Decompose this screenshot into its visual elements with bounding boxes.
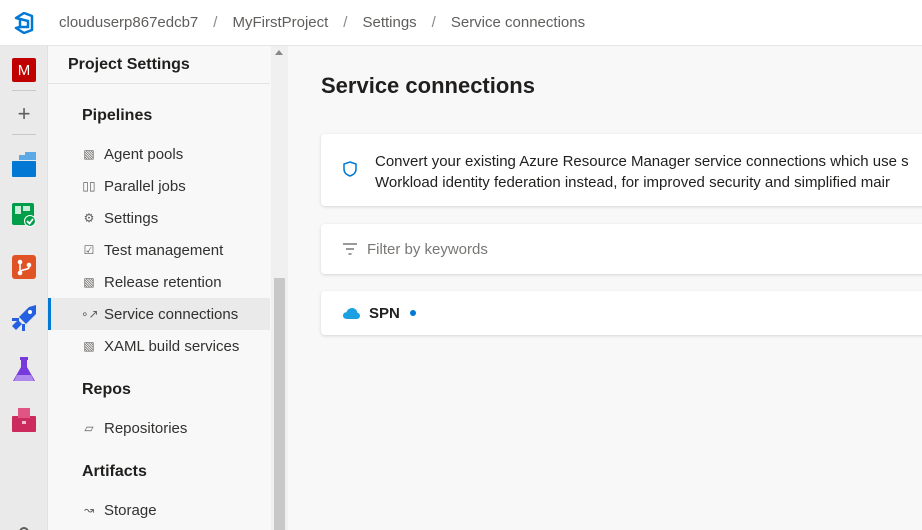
- status-dot: [409, 310, 416, 316]
- pipelines-icon[interactable]: [10, 304, 38, 332]
- page-title: Service connections: [321, 73, 535, 98]
- repositories-icon: ▱: [84, 421, 94, 435]
- breadcrumb-separator: /: [431, 14, 436, 31]
- test-plans-icon[interactable]: [10, 356, 38, 384]
- sidebar-scrollbar-thumb[interactable]: [274, 278, 285, 530]
- info-banner-text: Convert your existing Azure Resource Man…: [375, 151, 909, 193]
- artifacts-icon[interactable]: [10, 406, 38, 434]
- service-connection-name[interactable]: SPN: [369, 305, 400, 322]
- sidebar-item-release-retention[interactable]: ▧ Release retention: [48, 266, 270, 298]
- sidebar-item-label: Service connections: [104, 305, 239, 323]
- sidebar-item-label: Repositories: [104, 419, 188, 437]
- sidebar-item-test-management[interactable]: ☑ Test management: [48, 234, 270, 266]
- breadcrumb-separator: /: [343, 14, 348, 31]
- breadcrumb-current-page[interactable]: Service connections: [451, 14, 585, 31]
- overview-icon[interactable]: [10, 151, 38, 179]
- sidebar-item-repositories[interactable]: ▱ Repositories: [48, 412, 270, 444]
- rail-divider: [12, 134, 36, 135]
- scroll-up-arrow-icon[interactable]: [275, 50, 283, 55]
- gear-icon[interactable]: [10, 518, 38, 530]
- info-banner: Convert your existing Azure Resource Man…: [321, 134, 922, 206]
- filter-icon: [343, 243, 357, 255]
- top-bar: clouduserp867edcb7 / MyFirstProject / Se…: [0, 0, 922, 46]
- sidebar-item-service-connections[interactable]: ∘↗ Service connections: [48, 298, 270, 330]
- breadcrumb-project[interactable]: MyFirstProject: [232, 14, 328, 31]
- add-icon[interactable]: +: [10, 100, 38, 128]
- info-banner-line: Workload identity federation instead, fo…: [375, 174, 890, 191]
- sidebar-item-settings[interactable]: ⚙ Settings: [48, 202, 270, 234]
- breadcrumb-organization[interactable]: clouduserp867edcb7: [59, 14, 198, 31]
- navigation-rail: M +: [0, 46, 48, 530]
- sidebar-item-label: XAML build services: [104, 337, 240, 355]
- boards-icon[interactable]: [10, 201, 38, 229]
- info-banner-line: Convert your existing Azure Resource Man…: [375, 153, 909, 170]
- release-retention-icon: ▧: [83, 275, 95, 289]
- sidebar-item-label: Settings: [104, 209, 159, 227]
- project-settings-sidebar: Project Settings Pipelines ▧ Agent pools…: [48, 46, 288, 530]
- sidebar-item-parallel-jobs[interactable]: ▯▯ Parallel jobs: [48, 170, 270, 202]
- sidebar-item-label: Parallel jobs: [104, 177, 186, 195]
- group-artifacts-heading: Artifacts: [82, 463, 147, 480]
- storage-icon: ↝: [83, 503, 95, 517]
- breadcrumb: clouduserp867edcb7 / MyFirstProject / Se…: [59, 14, 585, 31]
- xaml-build-icon: ▧: [83, 339, 95, 353]
- service-connection-row[interactable]: SPN: [321, 291, 922, 335]
- rail-divider: [12, 90, 36, 91]
- test-management-icon: ☑: [83, 243, 95, 257]
- breadcrumb-settings[interactable]: Settings: [362, 14, 416, 31]
- agent-pool-icon: ▧: [83, 147, 95, 161]
- breadcrumb-separator: /: [213, 14, 218, 31]
- sidebar-item-label: Storage: [104, 501, 157, 519]
- sidebar-item-label: Release retention: [104, 273, 222, 291]
- repos-icon[interactable]: [10, 253, 38, 281]
- group-repos-heading: Repos: [82, 381, 131, 398]
- main-content: Service connections Convert your existin…: [289, 46, 922, 530]
- shield-icon: [343, 161, 357, 177]
- project-avatar[interactable]: M: [12, 58, 36, 82]
- azure-cloud-icon: [343, 307, 360, 319]
- group-pipelines-heading: Pipelines: [82, 107, 153, 124]
- service-connections-icon: ∘↗: [81, 307, 99, 321]
- filter-bar: [321, 224, 922, 274]
- filter-keywords-input[interactable]: [367, 240, 867, 258]
- sidebar-item-xaml-build-services[interactable]: ▧ XAML build services: [48, 330, 270, 362]
- gear-icon: ⚙: [83, 211, 95, 225]
- sidebar-item-agent-pools[interactable]: ▧ Agent pools: [48, 138, 270, 170]
- sidebar-item-label: Agent pools: [104, 145, 184, 163]
- sidebar-title: Project Settings: [48, 46, 270, 84]
- parallel-jobs-icon: ▯▯: [82, 179, 96, 193]
- azure-devops-logo-icon[interactable]: [0, 0, 48, 46]
- sidebar-item-storage[interactable]: ↝ Storage: [48, 494, 270, 526]
- sidebar-item-label: Test management: [104, 241, 224, 259]
